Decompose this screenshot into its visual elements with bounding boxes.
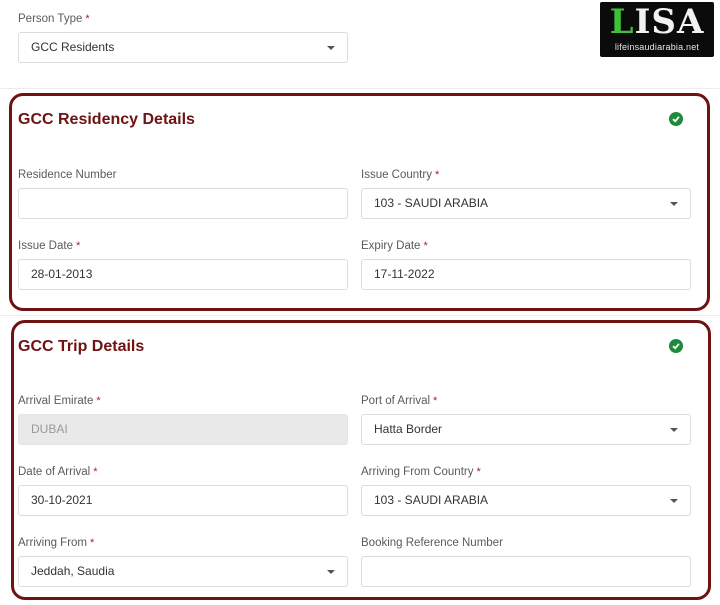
expiry-date-label: Expiry Date * [361, 240, 428, 252]
port-of-arrival-label: Port of Arrival * [361, 395, 438, 407]
chevron-down-icon [670, 202, 678, 206]
check-circle-icon [669, 112, 683, 126]
date-of-arrival-input[interactable]: 30-10-2021 [18, 485, 348, 516]
check-circle-icon [669, 339, 683, 353]
chevron-down-icon [670, 499, 678, 503]
chevron-down-icon [327, 46, 335, 50]
required-marker: * [96, 395, 101, 407]
logo-subtitle: lifeinsaudiarabia.net [614, 42, 700, 52]
expiry-date-input[interactable]: 17-11-2022 [361, 259, 691, 290]
required-marker: * [93, 466, 98, 478]
port-of-arrival-select[interactable]: Hatta Border [361, 414, 691, 445]
person-type-select[interactable]: GCC Residents [18, 32, 348, 63]
issue-country-select[interactable]: 103 - SAUDI ARABIA [361, 188, 691, 219]
chevron-down-icon [327, 570, 335, 574]
lisa-logo: LISA lifeinsaudiarabia.net [600, 2, 714, 57]
required-marker: * [90, 537, 95, 549]
chevron-down-icon [670, 428, 678, 432]
date-of-arrival-label: Date of Arrival * [18, 466, 98, 478]
arriving-from-country-select[interactable]: 103 - SAUDI ARABIA [361, 485, 691, 516]
logo-letters: ISA [634, 2, 705, 42]
logo-accent-letter: L [609, 2, 635, 42]
required-marker: * [75, 240, 81, 252]
section-title: GCC Trip Details [18, 338, 145, 355]
residence-number-label: Residence Number [18, 169, 117, 181]
required-marker: * [434, 169, 440, 181]
issue-date-label: Issue Date * [18, 240, 81, 252]
booking-reference-label: Booking Reference Number [361, 537, 503, 549]
required-marker: * [85, 13, 90, 25]
person-type-label: Person Type * [18, 13, 90, 25]
required-marker: * [476, 466, 481, 478]
divider [0, 88, 720, 89]
arrival-emirate-label: Arrival Emirate * [18, 395, 101, 407]
arrival-emirate-input: DUBAI [18, 414, 348, 445]
issue-date-input[interactable]: 28-01-2013 [18, 259, 348, 290]
required-marker: * [423, 240, 428, 252]
arriving-from-country-label: Arriving From Country * [361, 466, 481, 478]
required-marker: * [433, 395, 438, 407]
arriving-from-label: Arriving From * [18, 537, 95, 549]
arriving-from-select[interactable]: Jeddah, Saudia [18, 556, 348, 587]
issue-country-label: Issue Country * [361, 169, 440, 181]
booking-reference-input[interactable] [361, 556, 691, 587]
section-title: GCC Residency Details [18, 111, 195, 128]
residence-number-input[interactable] [18, 188, 348, 219]
divider [0, 315, 720, 316]
